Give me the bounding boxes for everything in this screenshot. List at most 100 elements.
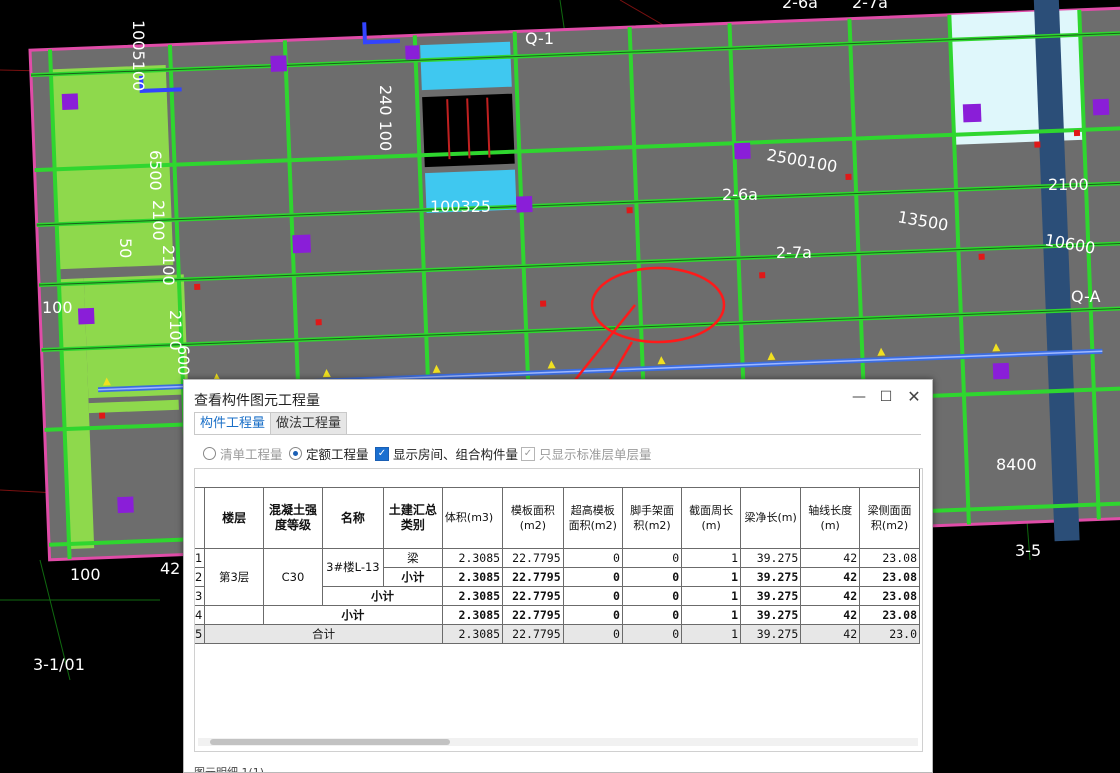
label-2100-b: 2100	[159, 245, 178, 286]
maximize-icon[interactable]: ☐	[875, 387, 897, 407]
quantity-dialog[interactable]: 查看构件图元工程量 — ☐ ✕ 构件工程量 做法工程量 清单工程量 定额工程量 …	[183, 379, 933, 773]
cell-subtotal[interactable]: 小计	[262, 604, 443, 625]
col-high-formwork[interactable]: 超高模板面积(m2)	[562, 486, 623, 549]
label-1005100: 1005100	[129, 20, 148, 91]
cell-concrete[interactable]: C30	[262, 547, 323, 606]
cell-volume[interactable]: 2.3085	[441, 566, 504, 587]
cell-high-formwork[interactable]: 0	[562, 566, 623, 587]
radio-quota-quantity[interactable]: 定额工程量	[289, 444, 369, 463]
cell-side-area[interactable]: 23.08	[859, 585, 920, 606]
radio-bill-label: 清单工程量	[220, 447, 283, 462]
cell-beam-length[interactable]: 39.275	[740, 604, 802, 625]
label-2100-right: 2100	[1048, 175, 1089, 194]
label-100-bottom: 100	[70, 565, 101, 584]
col-floor[interactable]: 楼层	[204, 486, 264, 549]
cell-high-formwork[interactable]: 0	[562, 547, 623, 568]
label-100-left: 100	[42, 298, 73, 317]
col-formwork[interactable]: 模板面积(m2)	[502, 486, 564, 549]
col-beam-length[interactable]: 梁净长(m)	[740, 486, 802, 549]
col-axis-length[interactable]: 轴线长度(m)	[800, 486, 861, 549]
tab-component-quantity[interactable]: 构件工程量	[194, 412, 272, 435]
label-2-6a: 2-6a	[722, 185, 758, 204]
cell-beam-length[interactable]: 39.275	[740, 547, 802, 568]
label-axis-3-1-01: 3-1/01	[33, 655, 85, 674]
cell-subtotal[interactable]: 小计	[382, 566, 443, 587]
tab-divider	[194, 434, 921, 435]
rownum-header	[195, 486, 206, 549]
cell-scaffold[interactable]: 0	[621, 547, 683, 568]
col-side-area[interactable]: 梁侧面面积(m2)	[859, 486, 920, 549]
table-row-total[interactable]: 5 合计 2.3085 22.7795 0 0 1 39.275 42 23.0	[195, 623, 920, 644]
cell-high-formwork[interactable]: 0	[562, 604, 623, 625]
cell-axis-length[interactable]: 42	[800, 585, 861, 606]
dialog-titlebar[interactable]: 查看构件图元工程量 — ☐ ✕	[184, 380, 932, 414]
cell-high-formwork[interactable]: 0	[562, 585, 623, 606]
col-concrete[interactable]: 混凝土强度等级	[262, 486, 323, 549]
minimize-icon[interactable]: —	[848, 387, 870, 407]
quantity-table-container[interactable]: 楼层 混凝土强度等级 名称 土建汇总类别 体积(m3) 模板面积(m2) 超高模…	[194, 468, 923, 752]
quantity-table: 楼层 混凝土强度等级 名称 土建汇总类别 体积(m3) 模板面积(m2) 超高模…	[195, 469, 920, 644]
cell-scaffold[interactable]: 0	[621, 623, 683, 644]
cell-perimeter[interactable]: 1	[681, 585, 742, 606]
header-spacer	[195, 469, 920, 488]
cell-floor-blank[interactable]	[204, 604, 264, 625]
cell-volume[interactable]: 2.3085	[441, 604, 504, 625]
tab-method-quantity[interactable]: 做法工程量	[270, 412, 348, 434]
cell-formwork[interactable]: 22.7795	[502, 623, 564, 644]
cell-total[interactable]: 合计	[204, 623, 443, 644]
dialog-title: 查看构件图元工程量	[194, 393, 320, 409]
label-2-6a-top: 2-6a	[782, 0, 818, 12]
cell-volume[interactable]: 2.3085	[441, 585, 504, 606]
cell-beam-length[interactable]: 39.275	[740, 585, 802, 606]
cell-formwork[interactable]: 22.7795	[502, 566, 564, 587]
table-row[interactable]: 1 第3层 C30 3#楼L-13 梁 2.3085 22.7795 0 0 1…	[195, 547, 920, 606]
cell-scaffold[interactable]: 0	[621, 604, 683, 625]
table-row[interactable]: 4 小计 2.3085 22.7795 0 0 1 39.275 42 23.0…	[195, 604, 920, 625]
cell-high-formwork[interactable]: 0	[562, 623, 623, 644]
col-category[interactable]: 土建汇总类别	[382, 486, 443, 549]
scrollbar-thumb[interactable]	[210, 739, 450, 745]
cell-category[interactable]: 梁	[382, 547, 443, 568]
label-8400: 8400	[996, 455, 1037, 474]
cell-name[interactable]: 3#楼L-13	[321, 547, 384, 587]
cell-volume[interactable]: 2.3085	[441, 547, 504, 568]
cell-side-area[interactable]: 23.08	[859, 566, 920, 587]
close-icon[interactable]: ✕	[903, 387, 925, 407]
checkbox-show-room[interactable]: ✓ 显示房间、组合构件量	[375, 444, 518, 463]
cell-beam-length[interactable]: 39.275	[740, 566, 802, 587]
label-axis-3-5: 3-5	[1015, 541, 1041, 560]
cell-axis-length[interactable]: 42	[800, 566, 861, 587]
cell-side-area[interactable]: 23.08	[859, 604, 920, 625]
cell-perimeter[interactable]: 1	[681, 547, 742, 568]
col-volume[interactable]: 体积(m3)	[441, 486, 504, 549]
cell-side-area[interactable]: 23.08	[859, 547, 920, 568]
cell-perimeter[interactable]: 1	[681, 623, 742, 644]
label-q-a: Q-A	[1071, 287, 1100, 306]
cell-volume[interactable]: 2.3085	[441, 623, 504, 644]
cell-formwork[interactable]: 22.7795	[502, 604, 564, 625]
row-number: 3	[195, 585, 206, 606]
horizontal-scrollbar[interactable]	[198, 738, 918, 746]
checkbox-show-room-label: 显示房间、组合构件量	[393, 447, 519, 462]
cell-axis-length[interactable]: 42	[800, 547, 861, 568]
cell-floor[interactable]: 第3层	[204, 547, 264, 606]
label-6500: 6500	[146, 150, 165, 191]
cell-axis-length[interactable]: 42	[800, 604, 861, 625]
cell-perimeter[interactable]: 1	[681, 566, 742, 587]
cell-side-area[interactable]: 23.0	[859, 623, 920, 644]
cell-axis-length[interactable]: 42	[800, 623, 861, 644]
col-perimeter[interactable]: 截面周长(m)	[681, 486, 742, 549]
checkbox-standard-floor[interactable]: ✓ 只显示标准层单层量	[521, 444, 652, 463]
cell-scaffold[interactable]: 0	[621, 585, 683, 606]
cell-beam-length[interactable]: 39.275	[740, 623, 802, 644]
col-name[interactable]: 名称	[321, 486, 384, 549]
cell-formwork[interactable]: 22.7795	[502, 547, 564, 568]
cell-formwork[interactable]: 22.7795	[502, 585, 564, 606]
label-600: 600	[174, 345, 193, 376]
cell-perimeter[interactable]: 1	[681, 604, 742, 625]
col-scaffold[interactable]: 脚手架面积(m2)	[621, 486, 683, 549]
cell-subtotal[interactable]: 小计	[321, 585, 443, 606]
cell-scaffold[interactable]: 0	[621, 566, 683, 587]
radio-bill-quantity[interactable]: 清单工程量	[203, 444, 283, 463]
radio-quota-label: 定额工程量	[306, 447, 369, 462]
